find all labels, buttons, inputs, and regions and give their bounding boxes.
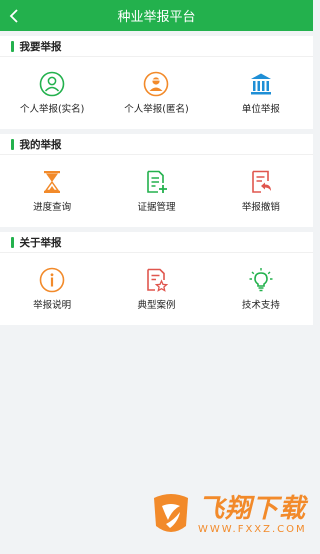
section-about: 关于举报 举报说明 典型案例 技术支持 bbox=[0, 232, 313, 325]
watermark-url: WWW.FXXZ.COM bbox=[198, 524, 307, 535]
section-title-text: 我的举报 bbox=[19, 138, 62, 151]
section-report: 我要举报 个人举报(实名) 个人举报(匿名) 单位举报 bbox=[0, 36, 313, 129]
back-button[interactable] bbox=[6, 7, 22, 24]
progress-query-button[interactable]: 进度查询 bbox=[0, 155, 104, 227]
report-revoke-label: 举报撤销 bbox=[241, 202, 280, 213]
person-real-name-icon bbox=[39, 71, 65, 97]
watermark-logo-icon bbox=[154, 494, 188, 532]
section-title-text: 关于举报 bbox=[19, 236, 62, 249]
document-star-icon bbox=[147, 268, 169, 292]
report-instructions-label: 举报说明 bbox=[33, 300, 72, 311]
report-instructions-button[interactable]: 举报说明 bbox=[0, 253, 104, 325]
section-title-text: 我要举报 bbox=[19, 40, 62, 53]
section-title: 我的举报 bbox=[0, 134, 313, 155]
typical-cases-button[interactable]: 典型案例 bbox=[104, 253, 208, 325]
document-add-icon bbox=[147, 170, 168, 193]
evidence-management-button[interactable]: 证据管理 bbox=[104, 155, 208, 227]
section-title: 我要举报 bbox=[0, 36, 313, 57]
tech-support-button[interactable]: 技术支持 bbox=[209, 253, 313, 325]
chevron-left-icon bbox=[9, 8, 18, 23]
anonymous-report-button[interactable]: 个人举报(匿名) bbox=[104, 57, 208, 129]
section-my-reports: 我的举报 进度查询 证据管理 举报撤销 bbox=[0, 134, 313, 227]
real-name-report-button[interactable]: 个人举报(实名) bbox=[0, 57, 104, 129]
lightbulb-icon bbox=[249, 268, 273, 292]
section-marker bbox=[11, 236, 14, 248]
evidence-management-label: 证据管理 bbox=[137, 202, 176, 213]
organization-report-label: 单位举报 bbox=[241, 104, 280, 115]
organization-report-button[interactable]: 单位举报 bbox=[209, 57, 313, 129]
section-marker bbox=[11, 138, 14, 150]
document-undo-icon bbox=[252, 170, 271, 193]
hourglass-icon bbox=[44, 171, 61, 193]
report-revoke-button[interactable]: 举报撤销 bbox=[209, 155, 313, 227]
app-header: 种业举报平台 bbox=[0, 0, 313, 31]
section-title: 关于举报 bbox=[0, 232, 313, 253]
watermark: 飞翔下载 WWW.FXXZ.COM bbox=[148, 490, 307, 540]
page-title: 种业举报平台 bbox=[117, 10, 196, 25]
typical-cases-label: 典型案例 bbox=[137, 300, 176, 311]
anonymous-report-label: 个人举报(匿名) bbox=[124, 104, 189, 115]
building-icon bbox=[250, 73, 271, 95]
person-anonymous-icon bbox=[144, 71, 169, 97]
info-icon bbox=[39, 267, 65, 293]
progress-query-label: 进度查询 bbox=[33, 202, 72, 213]
tech-support-label: 技术支持 bbox=[241, 300, 280, 311]
section-marker bbox=[11, 40, 14, 52]
real-name-report-label: 个人举报(实名) bbox=[19, 104, 85, 115]
watermark-main-text: 飞翔下载 bbox=[198, 494, 307, 524]
